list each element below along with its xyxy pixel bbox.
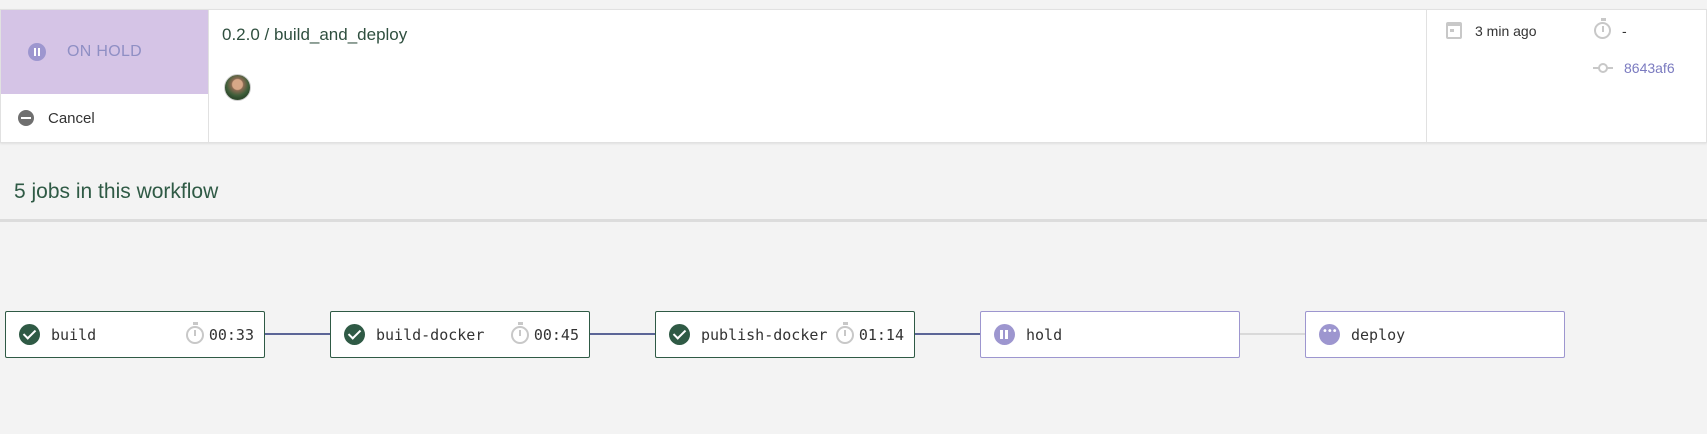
- jobs-section-title: 5 jobs in this workflow: [14, 180, 219, 203]
- check-circle-icon: [19, 324, 40, 345]
- workflow-title-block: 0.2.0 / build_and_deploy: [222, 25, 407, 101]
- check-circle-icon: [669, 324, 690, 345]
- workflow-card: ON HOLD Cancel 0.2.0 / build_and_deploy …: [0, 9, 1707, 143]
- check-circle-icon: [344, 324, 365, 345]
- calendar-icon: [1446, 22, 1462, 39]
- status-badge: ON HOLD: [1, 10, 208, 94]
- job-hold[interactable]: hold: [980, 311, 1240, 358]
- job-duration-value: 00:45: [533, 325, 579, 344]
- job-duration: 01:14: [835, 321, 904, 344]
- connector-build-to-build-docker: [264, 333, 330, 335]
- commit-sha[interactable]: 8643af6: [1624, 60, 1675, 76]
- job-name: build: [51, 325, 97, 344]
- avatar[interactable]: [224, 74, 251, 101]
- job-name: hold: [1026, 325, 1063, 344]
- job-build-docker[interactable]: build-docker 00:45: [330, 311, 590, 358]
- more-dots-icon: [1319, 324, 1340, 345]
- job-duration-value: 00:33: [208, 325, 254, 344]
- job-name: build-docker: [376, 325, 485, 344]
- connector-hold-to-deploy: [1239, 333, 1305, 335]
- job-duration: 00:33: [185, 321, 254, 344]
- workflow-duration: -: [1622, 22, 1627, 39]
- job-publish-docker[interactable]: publish-docker 01:14: [655, 311, 915, 358]
- section-divider: [0, 219, 1707, 222]
- job-duration-value: 01:14: [858, 325, 904, 344]
- time-ago-item: 3 min ago: [1446, 22, 1536, 39]
- job-build[interactable]: build 00:33: [5, 311, 265, 358]
- timer-icon: [835, 321, 854, 344]
- cancel-button[interactable]: Cancel: [1, 94, 208, 142]
- pause-icon: [994, 324, 1015, 345]
- job-name: deploy: [1351, 325, 1406, 344]
- meta-column: 3 min ago - 8643af6: [1426, 10, 1707, 142]
- commit-icon: [1593, 63, 1613, 73]
- status-label: ON HOLD: [67, 43, 142, 60]
- time-ago: 3 min ago: [1475, 22, 1537, 39]
- cancel-icon: [18, 110, 34, 126]
- timer-icon: [510, 321, 529, 344]
- commit-item[interactable]: 8643af6: [1593, 60, 1675, 76]
- cancel-label: Cancel: [48, 109, 95, 127]
- status-column: ON HOLD Cancel: [1, 10, 209, 142]
- pause-icon: [28, 43, 46, 61]
- connector-build-docker-to-publish: [589, 333, 655, 335]
- job-name: publish-docker: [701, 325, 828, 344]
- duration-item: -: [1594, 18, 1627, 39]
- job-deploy[interactable]: deploy: [1305, 311, 1565, 358]
- job-duration: 00:45: [510, 321, 579, 344]
- workflow-title[interactable]: 0.2.0 / build_and_deploy: [222, 25, 407, 45]
- timer-icon: [185, 321, 204, 344]
- timer-icon: [1594, 18, 1611, 39]
- connector-publish-to-hold: [914, 333, 980, 335]
